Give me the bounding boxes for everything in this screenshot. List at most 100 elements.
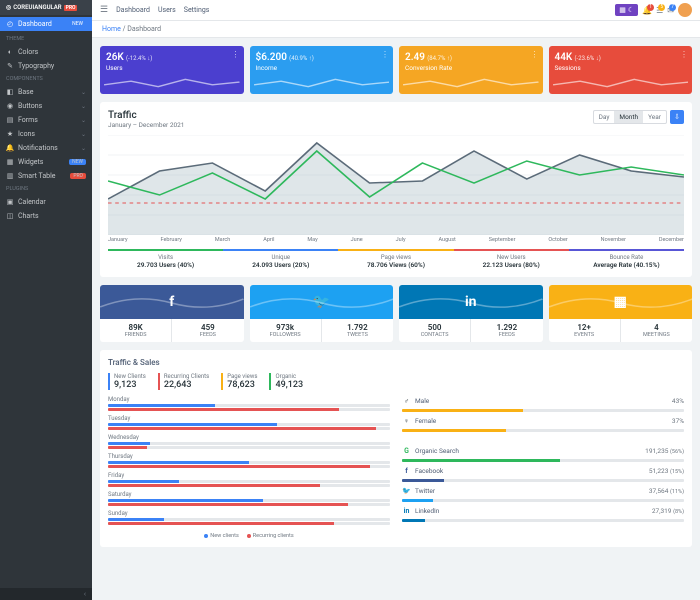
list-icon[interactable]: ☰5 (656, 6, 663, 15)
bar-new (108, 442, 390, 445)
month-label: October (548, 237, 567, 243)
card-label: Users (106, 64, 238, 72)
topbar: ☰ Dashboard Users Settings ▦☾ 🔔1 ☰5 ✉7 (92, 0, 700, 21)
nav-buttons[interactable]: ◉Buttons⌄ (0, 99, 92, 113)
social-num: 500 (399, 323, 470, 332)
legend: New clientsRecurring clients (108, 533, 390, 539)
traffic-stat: New Users22.123 Users (80%) (454, 249, 569, 269)
chevron-down-icon: ⌄ (81, 131, 86, 138)
nav-typography[interactable]: ✎Typography (0, 59, 92, 73)
gender-bar (402, 409, 684, 412)
stat-value: Average Rate (40.15%) (569, 261, 684, 269)
sidebar-collapse[interactable]: ‹ (0, 588, 92, 600)
topnav-dashboard[interactable]: Dashboard (116, 6, 150, 14)
metric-value: 78,623 (227, 380, 257, 390)
range-day[interactable]: Day (594, 111, 615, 123)
social-label: MEETINGS (621, 332, 692, 338)
moon-icon: ☾ (628, 6, 634, 14)
day-label: Thursday (108, 453, 390, 460)
card-value: $6.200 (256, 52, 287, 63)
stat-value: 78.706 Views (60%) (338, 261, 453, 269)
card-delta: (40.9% ↑) (289, 55, 314, 62)
hamburger-icon[interactable]: ☰ (100, 5, 108, 15)
download-button[interactable]: ⇩ (670, 110, 684, 124)
nav-calendar[interactable]: ▣Calendar (0, 195, 92, 209)
nav-label: Icons (18, 130, 35, 138)
traffic-panel: Traffic January – December 2021 DayMonth… (100, 102, 692, 277)
nav-label: Charts (18, 212, 39, 220)
source-value: 191,235 (56%) (645, 447, 684, 455)
source-bar (402, 499, 684, 502)
traffic-sales-panel: Traffic & Sales New Clients9,123Recurrin… (100, 350, 692, 547)
nav-widgets[interactable]: ▦WidgetsNEW (0, 155, 92, 169)
day-row: Sunday (108, 510, 390, 525)
bell-icon[interactable]: 🔔1 (642, 6, 652, 15)
nav-badge: NEW (69, 159, 86, 165)
month-label: December (659, 237, 684, 243)
metric-label: Page views (227, 373, 257, 380)
traffic-title: Traffic (108, 110, 184, 121)
widgets-icon: ▦ (6, 158, 14, 166)
card-label: Conversion Rate (405, 64, 537, 72)
source-label: Organic Search (415, 447, 641, 455)
dots-icon[interactable]: ⋮ (232, 50, 240, 59)
topnav-settings[interactable]: Settings (184, 6, 210, 14)
gender-bar (402, 429, 684, 432)
day-label: Friday (108, 472, 390, 479)
dots-icon[interactable]: ⋮ (680, 50, 688, 59)
breadcrumb-current: Dashboard (127, 25, 161, 33)
notif-count: 1 (647, 4, 654, 11)
notif-count: 5 (658, 4, 665, 11)
dashboard-button[interactable]: ▦☾ (615, 4, 638, 16)
day-label: Tuesday (108, 415, 390, 422)
nav-header-plugins: PLUGINS (0, 183, 92, 195)
nav-smart-table[interactable]: ▥Smart TablePRO (0, 169, 92, 183)
nav-notifications[interactable]: 🔔Notifications⌄ (0, 141, 92, 155)
source-bar (402, 519, 684, 522)
social-calendar: ▦12+EVENTS4MEETINGS (549, 285, 693, 342)
range-year[interactable]: Year (643, 111, 666, 123)
ts-metric: New Clients9,123 (108, 373, 146, 390)
topnav-users[interactable]: Users (158, 6, 176, 14)
dots-icon[interactable]: ⋮ (381, 50, 389, 59)
source-value: 27,319 (8%) (652, 507, 684, 515)
bar-new (108, 518, 390, 521)
nav-icons[interactable]: ★Icons⌄ (0, 127, 92, 141)
nav-label: Smart Table (18, 172, 55, 180)
metric-label: Organic (275, 373, 303, 380)
nav-colors[interactable]: ◐Colors (0, 45, 92, 59)
nav-forms[interactable]: ▤Forms⌄ (0, 113, 92, 127)
chevron-down-icon: ⌄ (81, 145, 86, 152)
traffic-stat: Unique24.093 Users (20%) (223, 249, 338, 269)
nav-charts[interactable]: ◫Charts (0, 209, 92, 223)
breadcrumb-home[interactable]: Home (102, 25, 121, 33)
nav-base[interactable]: ◧Base⌄ (0, 85, 92, 99)
source-row: 🐦Twitter37,564 (11%) (402, 486, 684, 495)
envelope-icon[interactable]: ✉7 (667, 6, 674, 15)
stat-card-3: 44K (-23.6% ↓)Sessions⋮ (549, 46, 693, 94)
breadcrumb: Home / Dashboard (92, 21, 700, 38)
stat-value: 22.123 Users (80%) (454, 261, 569, 269)
bar-recurring (108, 408, 390, 411)
nav-dashboard[interactable]: ◴ Dashboard NEW (0, 17, 92, 31)
social-num: 89K (100, 323, 171, 332)
month-label: September (489, 237, 516, 243)
bar-recurring (108, 446, 390, 449)
stat-card-0: 26K (-12.4% ↓)Users⋮ (100, 46, 244, 94)
day-row: Monday (108, 396, 390, 411)
stat-label: Page views (338, 254, 453, 261)
traffic-period: January – December 2021 (108, 121, 184, 129)
source-label: LinkedIn (415, 507, 648, 515)
day-row: Thursday (108, 453, 390, 468)
dots-icon[interactable]: ⋮ (531, 50, 539, 59)
stat-card-2: 2.49 (84.7% ↑)Conversion Rate⋮ (399, 46, 543, 94)
range-month[interactable]: Month (614, 111, 643, 123)
card-delta: (-23.6% ↓) (575, 55, 601, 62)
day-label: Saturday (108, 491, 390, 498)
nav-label: Dashboard (18, 20, 52, 28)
card-value: 26K (106, 52, 124, 63)
avatar[interactable] (678, 3, 692, 17)
source-icon: 🐦 (402, 486, 411, 495)
buttons-icon: ◉ (6, 102, 14, 110)
day-row: Saturday (108, 491, 390, 506)
